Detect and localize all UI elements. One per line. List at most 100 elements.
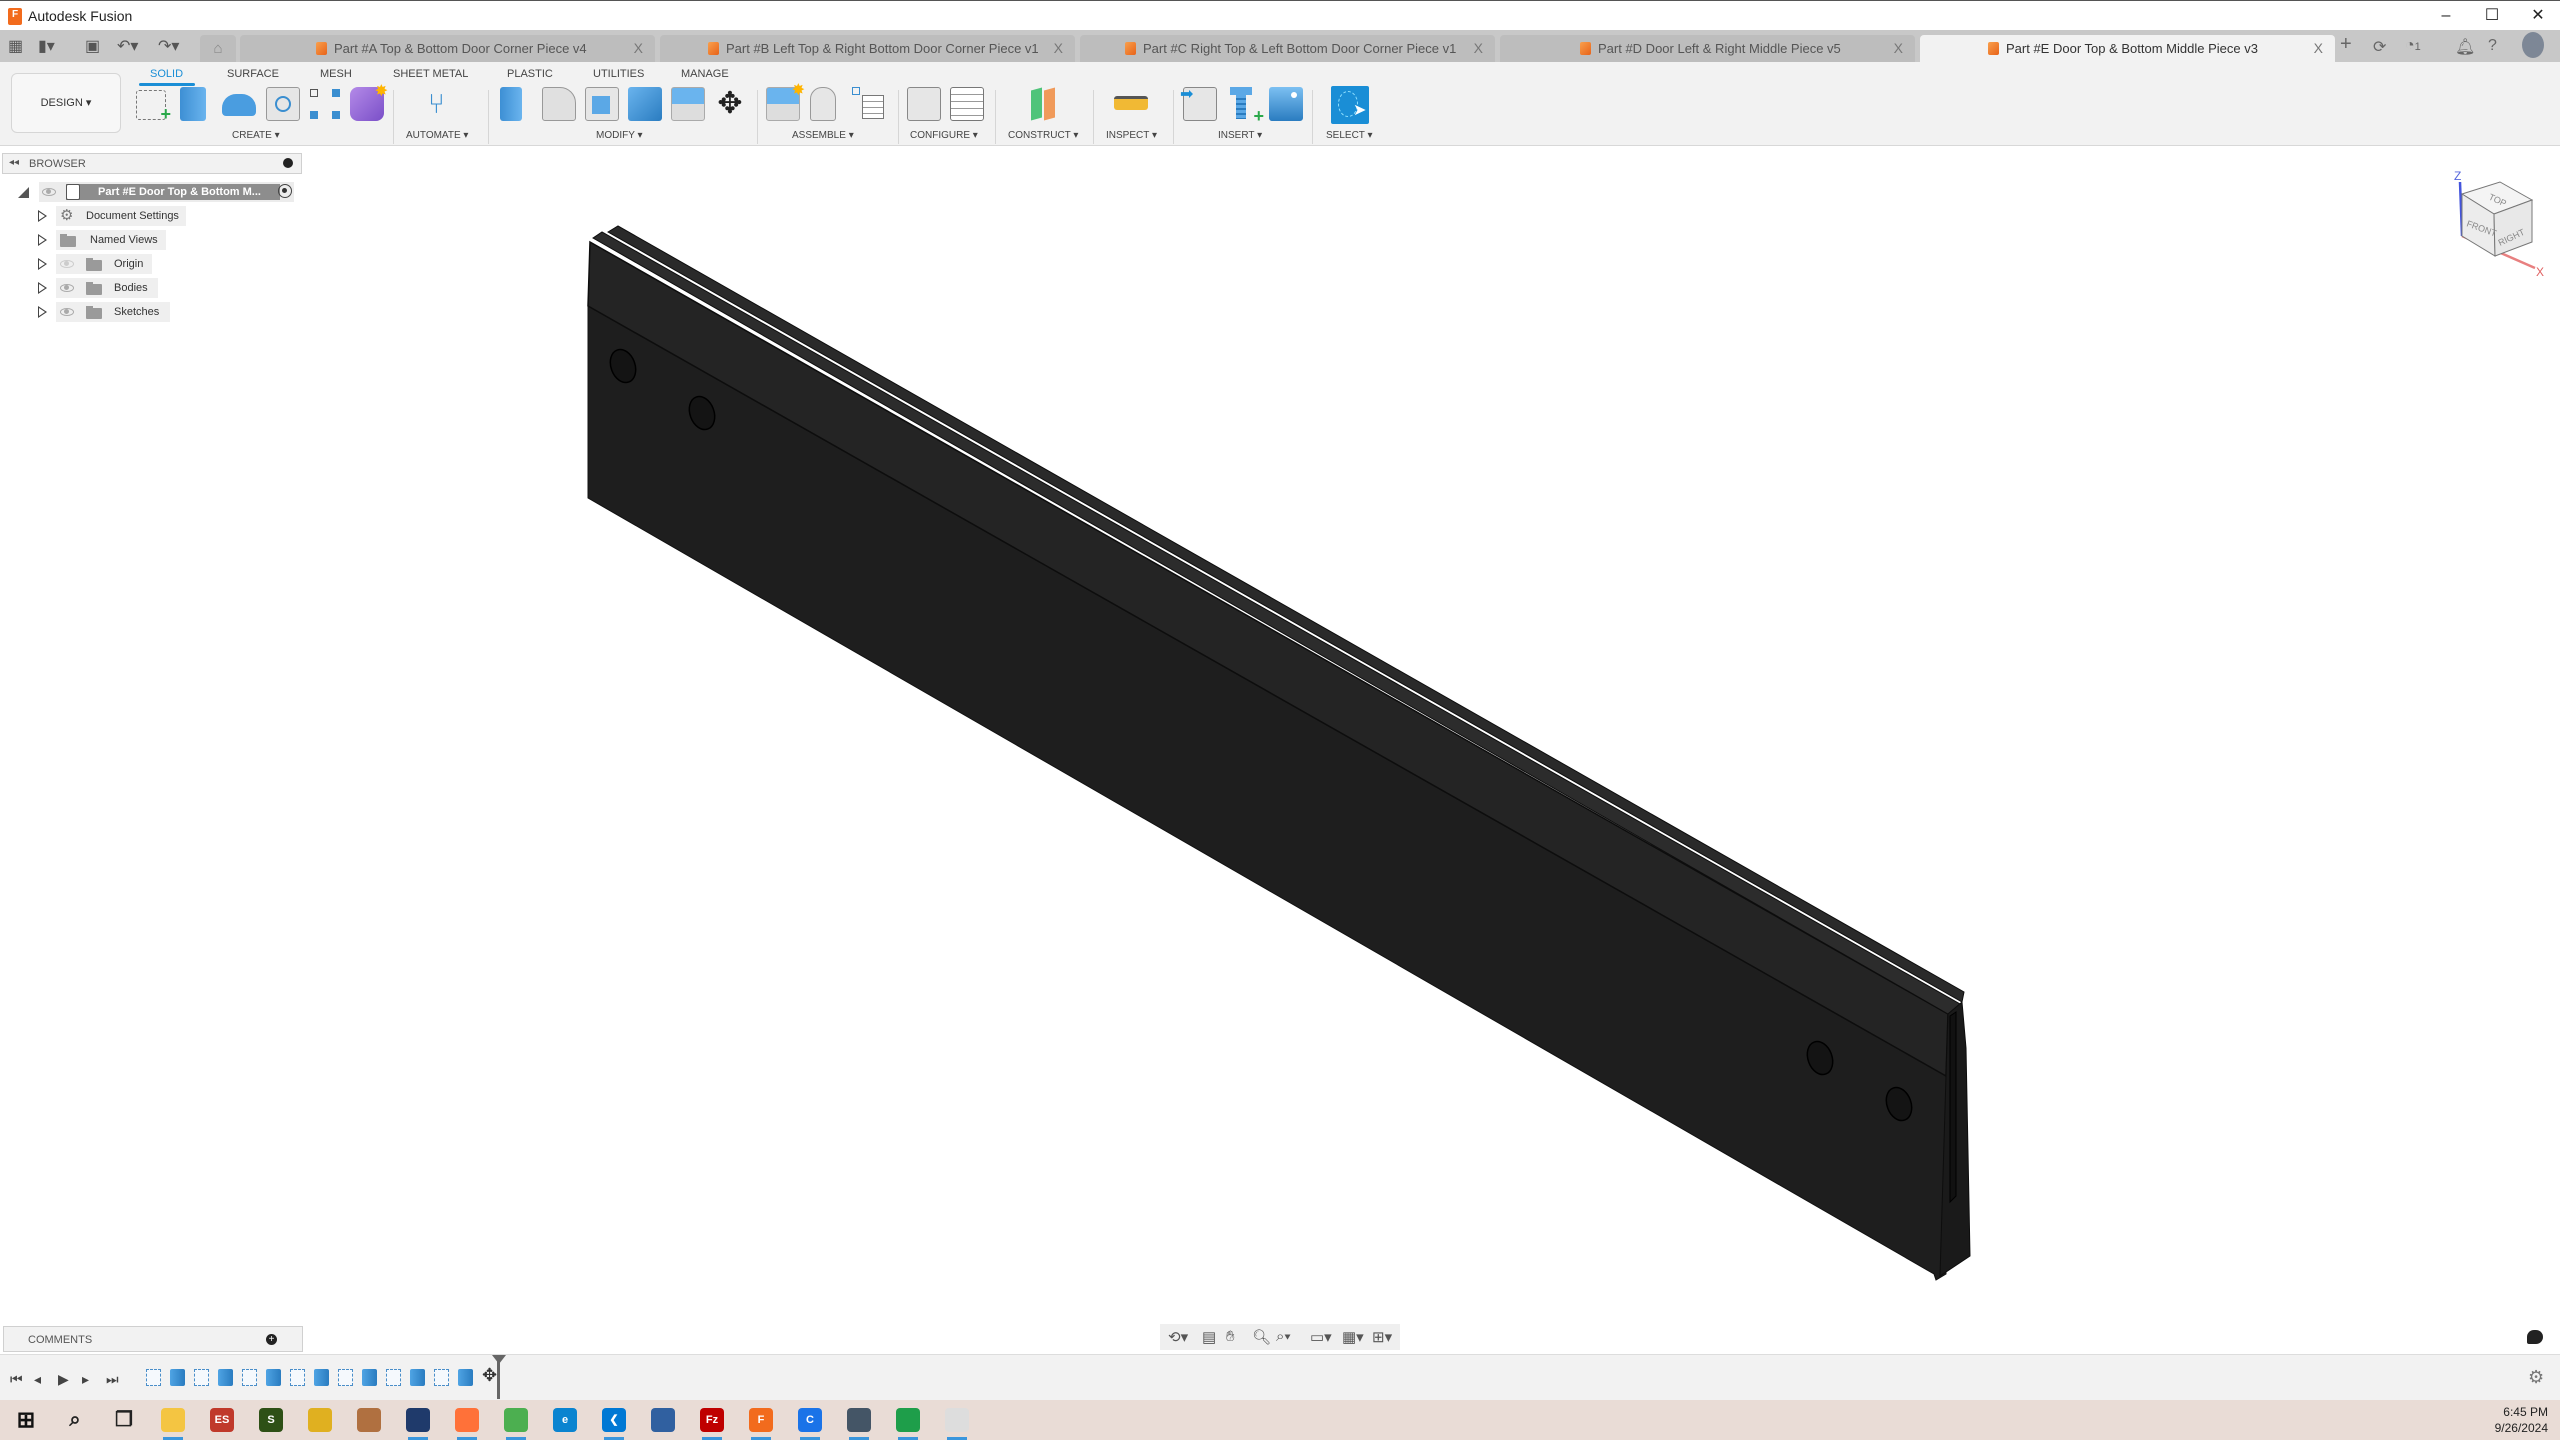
pan-icon[interactable]: ✋︎ xyxy=(1226,1328,1235,1345)
timeline-extrude-feature[interactable] xyxy=(218,1369,233,1386)
timeline-extrude-feature[interactable] xyxy=(410,1369,425,1386)
visibility-eye-icon[interactable] xyxy=(60,308,74,316)
expand-triangle-icon[interactable] xyxy=(38,282,47,294)
3d-viewport[interactable]: TOP FRONT RIGHT Z X xyxy=(0,146,2560,1324)
configure-design-icon[interactable] xyxy=(907,87,941,121)
timeline-first-icon[interactable]: ⏮ xyxy=(10,1371,23,1388)
create-menu[interactable]: CREATE ▾ xyxy=(232,130,280,141)
taskbar-task-view-icon[interactable]: ❐ xyxy=(112,1408,136,1432)
taskbar-vscode-icon[interactable]: ❮ xyxy=(602,1408,626,1432)
insert-derive-icon[interactable]: ➡ xyxy=(1180,86,1217,121)
timeline-sketch-feature[interactable] xyxy=(338,1369,353,1386)
save-icon[interactable]: ▣ xyxy=(85,36,100,56)
expand-triangle-icon[interactable] xyxy=(38,258,47,270)
taskbar-filezilla-icon[interactable]: Fz xyxy=(700,1408,724,1432)
taskbar-app-blue-icon[interactable] xyxy=(308,1408,332,1432)
browser-item-bodies[interactable]: Bodies xyxy=(38,278,238,298)
move-copy-icon[interactable]: ✥ xyxy=(713,87,747,121)
close-window-button[interactable]: ✕ xyxy=(2520,5,2556,27)
create-form-icon[interactable]: ✸ xyxy=(350,83,388,121)
inspect-menu[interactable]: INSPECT ▾ xyxy=(1106,130,1157,141)
taskbar-sheets-icon[interactable] xyxy=(896,1408,920,1432)
taskbar-file-explorer-icon[interactable] xyxy=(161,1408,185,1432)
timeline-settings-icon[interactable]: ⚙ xyxy=(2528,1367,2544,1388)
construct-menu[interactable]: CONSTRUCT ▾ xyxy=(1008,130,1078,141)
taskbar-c-app-icon[interactable]: C xyxy=(798,1408,822,1432)
hole-icon[interactable] xyxy=(266,87,300,121)
insert-menu[interactable]: INSERT ▾ xyxy=(1218,130,1262,141)
select-icon[interactable]: ➤ xyxy=(1331,86,1369,124)
close-tab-icon[interactable]: X xyxy=(1054,40,1063,56)
browser-item-named-views[interactable]: Named Views xyxy=(38,230,238,250)
taskbar-inkscape-icon[interactable] xyxy=(945,1408,969,1432)
job-status-icon[interactable]: ◔1 xyxy=(2405,37,2421,55)
tab-manage[interactable]: MANAGE xyxy=(681,68,729,80)
timeline-last-icon[interactable]: ⏭ xyxy=(106,1371,119,1388)
extensions-icon[interactable]: ⟳ xyxy=(2373,37,2386,57)
look-at-icon[interactable]: ▤ xyxy=(1202,1328,1216,1346)
viewports-icon[interactable]: ⊞▾ xyxy=(1372,1328,1392,1346)
taskbar-fusion-icon[interactable]: F xyxy=(749,1408,773,1432)
workspace-switcher[interactable]: DESIGN ▾ xyxy=(11,73,121,133)
revolve-icon[interactable] xyxy=(222,94,256,116)
fillet-icon[interactable] xyxy=(542,87,576,121)
expand-triangle-icon[interactable] xyxy=(38,210,47,222)
close-tab-icon[interactable]: X xyxy=(634,40,643,56)
close-tab-icon[interactable]: X xyxy=(1894,40,1903,56)
press-pull-icon[interactable] xyxy=(500,87,522,121)
collapse-browser-icon[interactable]: ◂◂ xyxy=(9,157,19,168)
timeline-extrude-feature[interactable] xyxy=(170,1369,185,1386)
minimize-button[interactable]: – xyxy=(2428,5,2464,27)
visibility-eye-icon[interactable] xyxy=(42,188,56,196)
shell-icon[interactable] xyxy=(585,87,619,121)
taskbar-calculator-icon[interactable] xyxy=(847,1408,871,1432)
home-tab[interactable]: ⌂ xyxy=(200,35,236,62)
tab-part-a[interactable]: Part #A Top & Bottom Door Corner Piece v… xyxy=(240,35,655,62)
browser-options-icon[interactable] xyxy=(283,158,293,168)
help-icon[interactable]: ? xyxy=(2488,37,2497,55)
configuration-table-icon[interactable] xyxy=(950,87,984,121)
file-menu-icon[interactable]: ▮▾ xyxy=(38,36,55,56)
taskbar-chrome-icon[interactable] xyxy=(504,1408,528,1432)
timeline-move-feature-icon[interactable]: ✥ xyxy=(482,1365,497,1386)
automate-icon[interactable]: ⑂ xyxy=(424,87,458,121)
tab-part-b[interactable]: Part #B Left Top & Right Bottom Door Cor… xyxy=(660,35,1075,62)
timeline-extrude-feature[interactable] xyxy=(362,1369,377,1386)
taskbar-ss-icon[interactable]: S xyxy=(259,1408,283,1432)
tab-utilities[interactable]: UTILITIES xyxy=(593,68,644,80)
timeline-sketch-feature[interactable] xyxy=(290,1369,305,1386)
tab-surface[interactable]: SURFACE xyxy=(227,68,279,80)
timeline-play-icon[interactable]: ▶ xyxy=(58,1371,69,1388)
new-component-icon[interactable]: ✸ xyxy=(766,82,805,121)
extrude-icon[interactable] xyxy=(180,87,206,121)
close-tab-icon[interactable]: X xyxy=(1474,40,1483,56)
browser-item-document-settings[interactable]: ⚙ Document Settings xyxy=(38,206,238,226)
tab-mesh[interactable]: MESH xyxy=(320,68,352,80)
rectangular-pattern-icon[interactable] xyxy=(308,87,342,121)
measure-icon[interactable] xyxy=(1114,96,1148,110)
offset-plane-icon[interactable] xyxy=(1027,87,1061,121)
tab-plastic[interactable]: PLASTIC xyxy=(507,68,553,80)
timeline-extrude-feature[interactable] xyxy=(314,1369,329,1386)
notifications-icon[interactable]: 🔔︎ xyxy=(2455,37,2475,57)
assemble-menu[interactable]: ASSEMBLE ▾ xyxy=(792,130,854,141)
undo-icon[interactable]: ↶▾ xyxy=(117,36,138,56)
taskbar-search-icon[interactable]: ⌕ xyxy=(63,1408,87,1432)
expand-triangle-icon[interactable] xyxy=(38,306,47,318)
timeline-sketch-feature[interactable] xyxy=(386,1369,401,1386)
tab-solid[interactable]: SOLID xyxy=(150,68,183,80)
redo-icon[interactable]: ↷▾ xyxy=(158,36,179,56)
collapse-triangle-icon[interactable] xyxy=(18,187,29,198)
timeline-next-icon[interactable]: ▸ xyxy=(82,1371,89,1388)
tab-part-e[interactable]: Part #E Door Top & Bottom Middle Piece v… xyxy=(1920,35,2335,62)
taskbar-start-icon[interactable]: ⊞ xyxy=(14,1408,38,1432)
taskbar-firefox-icon[interactable] xyxy=(455,1408,479,1432)
close-tab-icon[interactable]: X xyxy=(2314,40,2323,56)
timeline-extrude-feature[interactable] xyxy=(266,1369,281,1386)
maximize-button[interactable]: ☐ xyxy=(2474,5,2510,27)
select-menu[interactable]: SELECT ▾ xyxy=(1326,130,1373,141)
insert-canvas-icon[interactable] xyxy=(1269,87,1303,121)
system-clock[interactable]: 6:45 PM 9/26/2024 xyxy=(2495,1404,2548,1436)
combine-icon[interactable] xyxy=(628,87,662,121)
add-comment-icon[interactable]: + xyxy=(266,1334,277,1345)
